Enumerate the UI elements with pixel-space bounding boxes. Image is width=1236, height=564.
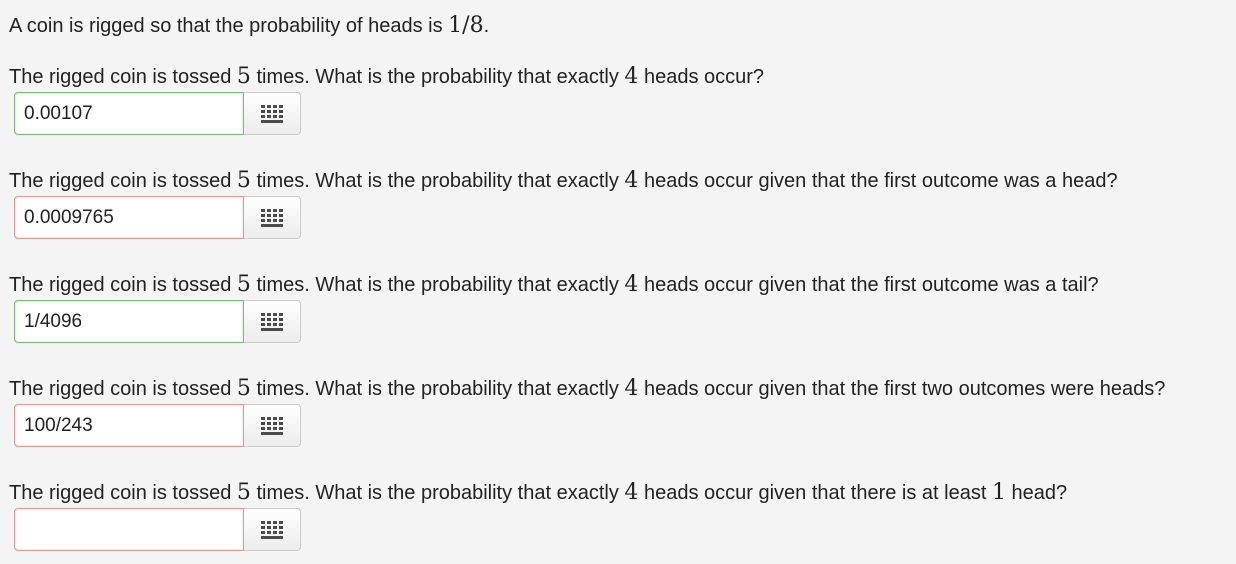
problem-page: A coin is rigged so that the probability… [0, 0, 1236, 564]
problem-intro: A coin is rigged so that the probability… [9, 12, 489, 40]
answer-row-4 [14, 404, 301, 447]
answer-input-5[interactable] [14, 508, 244, 551]
question-text: heads occur? [638, 66, 765, 88]
answer-row-5 [14, 508, 301, 551]
keypad-button-4[interactable] [244, 404, 301, 447]
answer-input-1[interactable] [14, 92, 244, 135]
heads-count: 4 [624, 64, 639, 89]
question-text: times. What is the probability that exac… [250, 274, 625, 296]
min-heads-count: 1 [991, 480, 1006, 505]
question-text: head? [1005, 482, 1068, 504]
question-text: times. What is the probability that exac… [250, 378, 625, 400]
heads-count: 4 [624, 376, 639, 401]
keypad-grid-icon [261, 520, 283, 539]
question-text: heads occur given that the first two out… [638, 378, 1166, 400]
keypad-button-2[interactable] [244, 196, 301, 239]
keypad-grid-icon [261, 312, 283, 331]
keypad-grid-icon [261, 416, 283, 435]
heads-count: 4 [624, 272, 639, 297]
answer-input-2[interactable] [14, 196, 244, 239]
keypad-grid-icon [261, 208, 283, 227]
question-2: The rigged coin is tossed 5 times. What … [9, 167, 1118, 195]
tosses-count: 5 [236, 272, 251, 297]
question-4: The rigged coin is tossed 5 times. What … [9, 375, 1165, 403]
question-text: times. What is the probability that exac… [250, 170, 625, 192]
intro-suffix: . [483, 15, 490, 37]
answer-input-4[interactable] [14, 404, 244, 447]
tosses-count: 5 [236, 64, 251, 89]
question-text: The rigged coin is tossed [9, 274, 237, 296]
heads-count: 4 [624, 480, 639, 505]
probability-math: 1/8 [448, 13, 484, 38]
keypad-button-1[interactable] [244, 92, 301, 135]
question-text: The rigged coin is tossed [9, 170, 237, 192]
answer-input-3[interactable] [14, 300, 244, 343]
keypad-button-3[interactable] [244, 300, 301, 343]
question-5: The rigged coin is tossed 5 times. What … [9, 479, 1067, 507]
intro-text: A coin is rigged so that the probability… [9, 15, 449, 37]
question-text: heads occur given that the first outcome… [638, 170, 1118, 192]
question-text: heads occur given that there is at least [638, 482, 992, 504]
question-text: times. What is the probability that exac… [250, 66, 625, 88]
question-text: times. What is the probability that exac… [250, 482, 625, 504]
tosses-count: 5 [236, 168, 251, 193]
question-1: The rigged coin is tossed 5 times. What … [9, 63, 764, 91]
question-text: The rigged coin is tossed [9, 482, 237, 504]
answer-row-3 [14, 300, 301, 343]
question-3: The rigged coin is tossed 5 times. What … [9, 271, 1099, 299]
keypad-button-5[interactable] [244, 508, 301, 551]
question-text: The rigged coin is tossed [9, 378, 237, 400]
keypad-grid-icon [261, 104, 283, 123]
answer-row-2 [14, 196, 301, 239]
question-text: The rigged coin is tossed [9, 66, 237, 88]
heads-count: 4 [624, 168, 639, 193]
tosses-count: 5 [236, 480, 251, 505]
tosses-count: 5 [236, 376, 251, 401]
answer-row-1 [14, 92, 301, 135]
question-text: heads occur given that the first outcome… [638, 274, 1099, 296]
